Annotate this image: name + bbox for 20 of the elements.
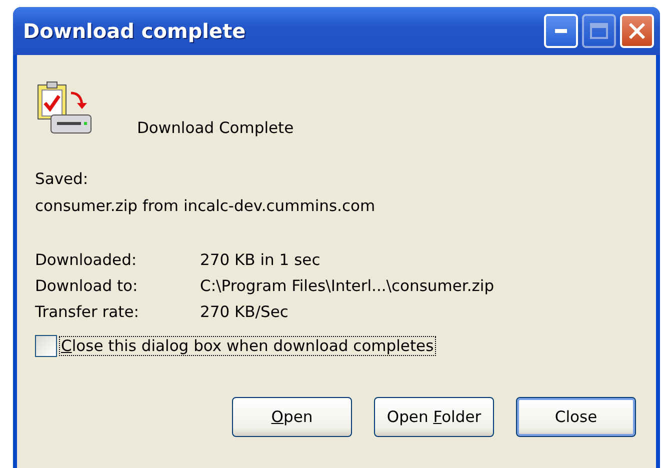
maximize-icon [590,23,608,39]
checkbox[interactable] [35,335,57,357]
heading-text: Download Complete [137,119,294,137]
saved-file-text: consumer.zip from incalc-dev.cummins.com [35,197,376,215]
minimize-icon [555,29,567,33]
detail-label: Downloaded: [35,251,138,269]
dialog-button[interactable]: Open Folder [374,397,494,437]
close-button[interactable] [620,14,654,48]
detail-value: C:\Program Files\Interl...\consumer.zip [200,277,494,295]
close-icon [628,22,646,40]
saved-label: Saved: [35,170,90,188]
detail-value: 270 KB/Sec [200,303,290,321]
checkbox-label[interactable]: Close this dialog box when download completes [59,336,436,356]
detail-value: 270 KB in 1 sec [200,251,322,269]
window-title: Download complete [23,19,246,43]
dialog-button[interactable]: Open [232,397,352,437]
dialog-button[interactable]: Close [516,397,636,437]
detail-label: Download to: [35,277,139,295]
minimize-button[interactable] [544,14,578,48]
detail-label: Transfer rate: [35,303,140,321]
